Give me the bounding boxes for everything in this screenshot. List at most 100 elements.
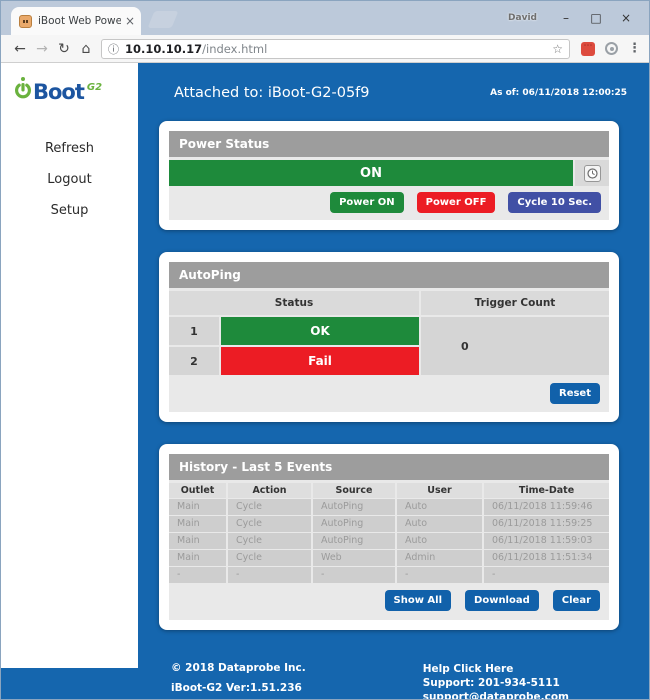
sidebar-item-logout[interactable]: Logout	[1, 172, 138, 187]
history-table-row: Main Cycle AutoPing Auto 06/11/2018 11:5…	[169, 499, 609, 515]
page-footer: © 2018 Dataprobe Inc. iBoot-G2 Ver:1.51.…	[171, 662, 569, 700]
power-status-title: Power Status	[169, 131, 609, 157]
history-cell: 06/11/2018 11:59:46	[484, 499, 609, 515]
history-cell: Cycle	[228, 550, 311, 566]
clock-icon[interactable]	[584, 165, 601, 182]
home-icon[interactable]: ⌂	[75, 42, 97, 56]
history-col-outlet: Outlet	[169, 483, 226, 498]
support-phone: Support: 201-934-5111	[423, 676, 569, 690]
history-col-source: Source	[313, 483, 395, 498]
tab-close-icon[interactable]: ×	[125, 15, 135, 27]
autoping-card: AutoPing Status Trigger Count 1 OK 2	[159, 252, 619, 422]
history-col-timedate: Time-Date	[484, 483, 609, 498]
history-cell: -	[228, 567, 311, 583]
autoping-title: AutoPing	[169, 262, 609, 288]
history-col-user: User	[397, 483, 482, 498]
history-card: History - Last 5 Events Outlet Action So…	[159, 444, 619, 630]
browser-window: iBoot Web Power Switch × David – □ × ← →…	[0, 0, 650, 700]
history-cell: -	[397, 567, 482, 583]
power-symbol-icon	[13, 77, 33, 103]
history-cell: 06/11/2018 11:59:03	[484, 533, 609, 549]
page-content: Boot G2 Refresh Logout Setup Attached to…	[1, 63, 649, 700]
history-cell: -	[484, 567, 609, 583]
history-cell: 06/11/2018 11:51:34	[484, 550, 609, 566]
history-cell: Main	[169, 533, 226, 549]
tab-title: iBoot Web Power Switch	[38, 15, 121, 27]
history-cell: Auto	[397, 516, 482, 532]
history-header-row: Outlet Action Source User Time-Date	[169, 483, 609, 498]
as-of-timestamp: As of: 06/11/2018 12:00:25	[490, 88, 627, 98]
history-cell: Auto	[397, 499, 482, 515]
url-path: /index.html	[202, 42, 267, 56]
logo-g2-label: G2	[87, 82, 102, 93]
power-on-button[interactable]: Power ON	[330, 192, 404, 213]
page-title: Attached to: iBoot-G2-05f9	[174, 85, 370, 101]
show-all-button[interactable]: Show All	[385, 590, 452, 611]
autoping-status-ok: OK	[221, 317, 419, 345]
history-title: History - Last 5 Events	[169, 454, 609, 480]
outlet-favicon-icon	[19, 15, 32, 28]
history-table-row: Main Cycle Web Admin 06/11/2018 11:51:34	[169, 550, 609, 566]
history-cell: Main	[169, 516, 226, 532]
history-cell: Cycle	[228, 516, 311, 532]
browser-titlebar: iBoot Web Power Switch × David – □ ×	[1, 1, 649, 35]
clear-button[interactable]: Clear	[553, 590, 600, 611]
power-off-button[interactable]: Power OFF	[417, 192, 496, 213]
close-button[interactable]: ×	[611, 1, 641, 35]
url-host: 10.10.10.17	[125, 42, 202, 56]
history-table-row: Main Cycle AutoPing Auto 06/11/2018 11:5…	[169, 533, 609, 549]
history-cell: 06/11/2018 11:59:25	[484, 516, 609, 532]
autoping-trigger-header: Trigger Count	[421, 291, 609, 315]
power-status-card: Power Status ON	[159, 121, 619, 230]
history-cell: Web	[313, 550, 395, 566]
history-cell: Main	[169, 499, 226, 515]
history-cell: Auto	[397, 533, 482, 549]
power-state-indicator: ON	[169, 160, 573, 186]
history-cell: Cycle	[228, 499, 311, 515]
help-link[interactable]: Help Click Here	[423, 662, 569, 676]
history-cell: -	[169, 567, 226, 583]
trigger-count-value: 0	[461, 340, 469, 353]
autoping-row-number: 1	[169, 317, 219, 345]
history-cell: AutoPing	[313, 499, 395, 515]
browser-tab[interactable]: iBoot Web Power Switch ×	[11, 7, 141, 35]
autoping-row-2: 2 Fail	[169, 347, 419, 375]
history-table-row: Main Cycle AutoPing Auto 06/11/2018 11:5…	[169, 516, 609, 532]
history-cell: Cycle	[228, 533, 311, 549]
history-cell: -	[313, 567, 395, 583]
iboot-logo: Boot G2	[13, 77, 138, 103]
cycle-button[interactable]: Cycle 10 Sec.	[508, 192, 601, 213]
back-icon[interactable]: ←	[9, 42, 31, 56]
firmware-version: iBoot-G2 Ver:1.51.236	[171, 682, 306, 694]
autoping-row-1: 1 OK	[169, 317, 419, 345]
browser-toolbar: ← → ↻ ⌂ ⓘ 10.10.10.17 /index.html ☆ ⋮	[1, 35, 649, 63]
copyright-text: © 2018 Dataprobe Inc.	[171, 662, 306, 674]
sidebar-item-refresh[interactable]: Refresh	[1, 141, 138, 156]
new-tab-button[interactable]	[148, 11, 179, 28]
reset-button[interactable]: Reset	[550, 383, 600, 404]
extension-icon-red[interactable]	[581, 42, 595, 56]
history-table-row: - - - - -	[169, 567, 609, 583]
history-col-action: Action	[228, 483, 311, 498]
autoping-trigger-cell: 0	[421, 317, 609, 375]
bookmark-star-icon[interactable]: ☆	[552, 42, 563, 56]
forward-icon[interactable]: →	[31, 42, 53, 56]
support-email: support@dataprobe.com	[423, 690, 569, 700]
page-info-icon[interactable]: ⓘ	[108, 41, 119, 57]
autoping-row-number: 2	[169, 347, 219, 375]
reload-icon[interactable]: ↻	[53, 42, 75, 56]
autoping-status-fail: Fail	[221, 347, 419, 375]
minimize-button[interactable]: –	[551, 1, 581, 35]
address-bar[interactable]: ⓘ 10.10.10.17 /index.html ☆	[101, 39, 570, 59]
history-cell: Admin	[397, 550, 482, 566]
maximize-button[interactable]: □	[581, 1, 611, 35]
download-button[interactable]: Download	[465, 590, 539, 611]
sidebar-item-setup[interactable]: Setup	[1, 203, 138, 218]
logo-text: Boot	[33, 82, 84, 103]
history-cell: AutoPing	[313, 516, 395, 532]
extension-icon-swirl[interactable]	[605, 42, 618, 55]
history-cell: Main	[169, 550, 226, 566]
autoping-status-header: Status	[169, 291, 419, 315]
power-timer-cell	[575, 160, 609, 186]
browser-menu-icon[interactable]: ⋮	[628, 41, 641, 56]
